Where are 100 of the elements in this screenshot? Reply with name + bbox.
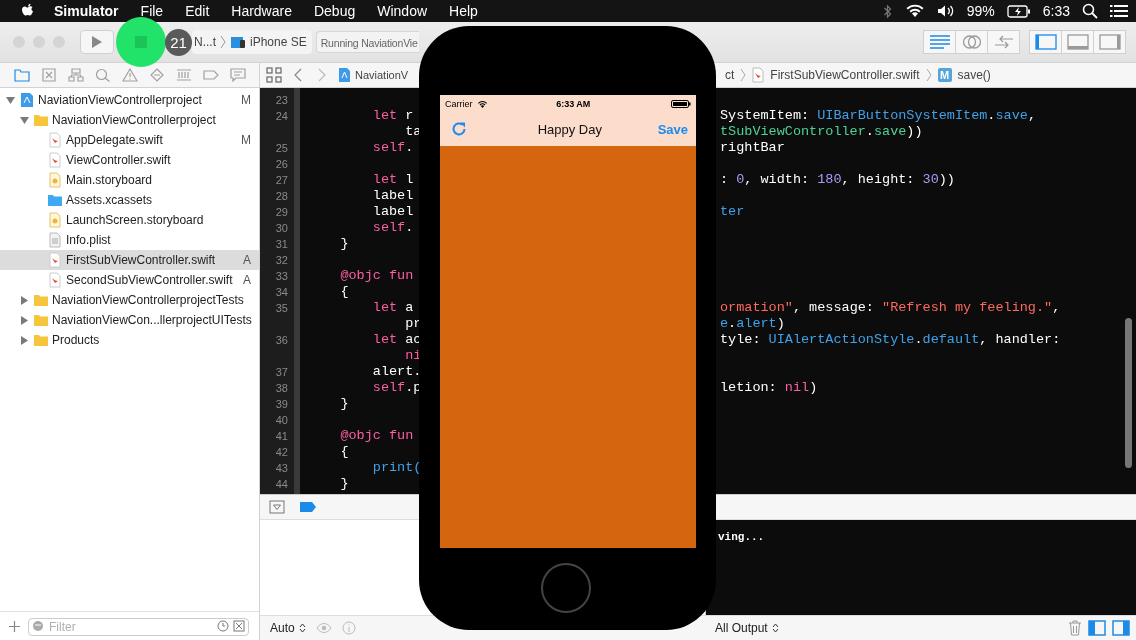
file-tree-item[interactable]: FirstSubViewController.swift A (0, 250, 259, 270)
menu-item[interactable]: Debug (313, 3, 356, 19)
code-line: label (371, 188, 414, 203)
menu-item[interactable]: Window (377, 3, 428, 19)
hide-debug-area-icon[interactable] (269, 500, 285, 514)
code-line: { (339, 284, 349, 299)
line-number: 29 (275, 206, 288, 218)
file-tree-item[interactable]: AppDelegate.swift M (0, 130, 259, 150)
file-name: NaviationViewControllerproject (38, 93, 202, 107)
file-tree-item[interactable]: Assets.xcassets (0, 190, 259, 210)
jump-bar-item[interactable]: FirstSubViewController.swift (770, 68, 920, 82)
code-line: print( (371, 460, 422, 475)
grid-icon[interactable] (266, 67, 282, 83)
right-panel-icon[interactable] (1112, 620, 1130, 636)
chevron-icon (220, 35, 226, 49)
disclosure-triangle-icon[interactable] (20, 115, 29, 125)
file-name: Products (52, 333, 100, 347)
variables-scope-selector[interactable]: Auto (270, 621, 306, 635)
apple-icon[interactable] (21, 3, 35, 19)
jump-bar-item[interactable]: ct (725, 68, 735, 82)
navigator-toggle-button[interactable] (1029, 30, 1062, 54)
filter-icon[interactable] (32, 620, 44, 632)
file-tree-item[interactable]: Products (0, 330, 259, 350)
line-number: 44 (275, 478, 288, 490)
debug-area-toggle-button[interactable] (1061, 30, 1094, 54)
disclosure-triangle-icon[interactable] (6, 95, 15, 105)
file-name: AppDelegate.swift (66, 133, 163, 147)
disclosure-triangle-icon[interactable] (20, 315, 29, 325)
folder-icon (33, 292, 49, 308)
file-tree-item[interactable]: NaviationViewControllerproject (0, 110, 259, 130)
scrollbar[interactable] (1125, 318, 1132, 468)
forward-icon[interactable] (318, 68, 326, 82)
file-tree-item[interactable]: LaunchScreen.storyboard (0, 210, 259, 230)
line-number: 28 (275, 190, 288, 202)
file-tree-item[interactable]: SecondSubViewController.swift A (0, 270, 259, 290)
bluetooth-icon[interactable] (882, 3, 893, 19)
menu-item[interactable]: Hardware (231, 3, 292, 19)
code-line: letion: nil) (720, 380, 818, 395)
menu-item[interactable]: File (140, 3, 164, 19)
swift-file-icon (47, 252, 63, 268)
line-number: 32 (275, 254, 288, 266)
crossed-square-icon[interactable] (233, 620, 245, 632)
line-number: 31 (275, 238, 288, 250)
volume-icon[interactable] (936, 4, 955, 18)
bottom-panel-icon (1066, 34, 1089, 50)
utilities-toggle-button[interactable] (1093, 30, 1126, 54)
console-output-selector[interactable]: All Output (715, 621, 779, 635)
breakpoint-icon[interactable] (300, 502, 316, 512)
line-number: 38 (275, 382, 288, 394)
assets-folder-icon (47, 192, 63, 208)
trash-icon[interactable] (1068, 620, 1082, 636)
clock-icon[interactable] (217, 620, 229, 632)
refresh-icon[interactable] (450, 120, 468, 138)
info-icon[interactable] (341, 621, 356, 635)
code-line: label (371, 204, 414, 219)
menu-item[interactable]: Edit (185, 3, 210, 19)
up-down-arrows-icon (298, 623, 306, 633)
code-line: rightBar (720, 140, 785, 155)
code-line: let r (371, 108, 414, 123)
source-control-status: A (243, 273, 251, 287)
menu-item[interactable]: Help (449, 3, 478, 19)
line-number: 24 (275, 110, 288, 122)
file-tree-item[interactable]: NaviationViewControllerprojectTests (0, 290, 259, 310)
folder-icon (33, 312, 49, 328)
menu-clock[interactable]: 6:33 (1042, 3, 1070, 19)
add-icon[interactable] (9, 620, 20, 632)
left-panel-icon[interactable] (1088, 620, 1106, 636)
run-button[interactable] (80, 30, 114, 54)
jump-bar-item[interactable]: NaviationV (355, 69, 409, 81)
eye-icon[interactable] (315, 622, 332, 634)
disclosure-triangle-icon[interactable] (20, 335, 29, 345)
line-number: 40 (275, 414, 288, 426)
wifi-icon[interactable] (904, 4, 925, 18)
standard-editor-button[interactable] (923, 30, 956, 54)
right-panel-icon (1098, 34, 1121, 50)
file-tree-item[interactable]: Main.storyboard (0, 170, 259, 190)
line-number: 25 (275, 142, 288, 154)
disclosure-triangle-icon[interactable] (20, 295, 29, 305)
file-tree-item[interactable]: Info.plist (0, 230, 259, 250)
back-icon[interactable] (294, 68, 302, 82)
left-panel-icon (1034, 34, 1057, 50)
battery-charging-icon[interactable] (1006, 4, 1031, 18)
version-editor-button[interactable] (987, 30, 1020, 54)
line-number: 33 (275, 270, 288, 282)
battery-icon (671, 99, 691, 108)
filter-field[interactable]: Filter (28, 618, 249, 636)
play-icon (91, 35, 103, 49)
code-line: } (339, 396, 349, 411)
file-tree-item[interactable]: ViewController.swift (0, 150, 259, 170)
file-tree-item[interactable]: NaviationViewControllerproject M (0, 90, 259, 110)
jump-bar-item[interactable]: save() (957, 68, 991, 82)
app-menu[interactable]: Simulator (54, 3, 119, 19)
file-tree-item[interactable]: NaviationViewCon...llerprojectUITests (0, 310, 259, 330)
wifi-icon (476, 99, 488, 108)
list-icon[interactable] (1110, 4, 1128, 18)
code-line: tyle: UIAlertActionStyle.default, handler: (720, 332, 1061, 347)
home-button[interactable] (541, 563, 591, 613)
search-icon[interactable] (1082, 3, 1098, 19)
assistant-editor-button[interactable] (955, 30, 988, 54)
scheme-selector[interactable]: N...t iPhone SE (192, 30, 312, 54)
